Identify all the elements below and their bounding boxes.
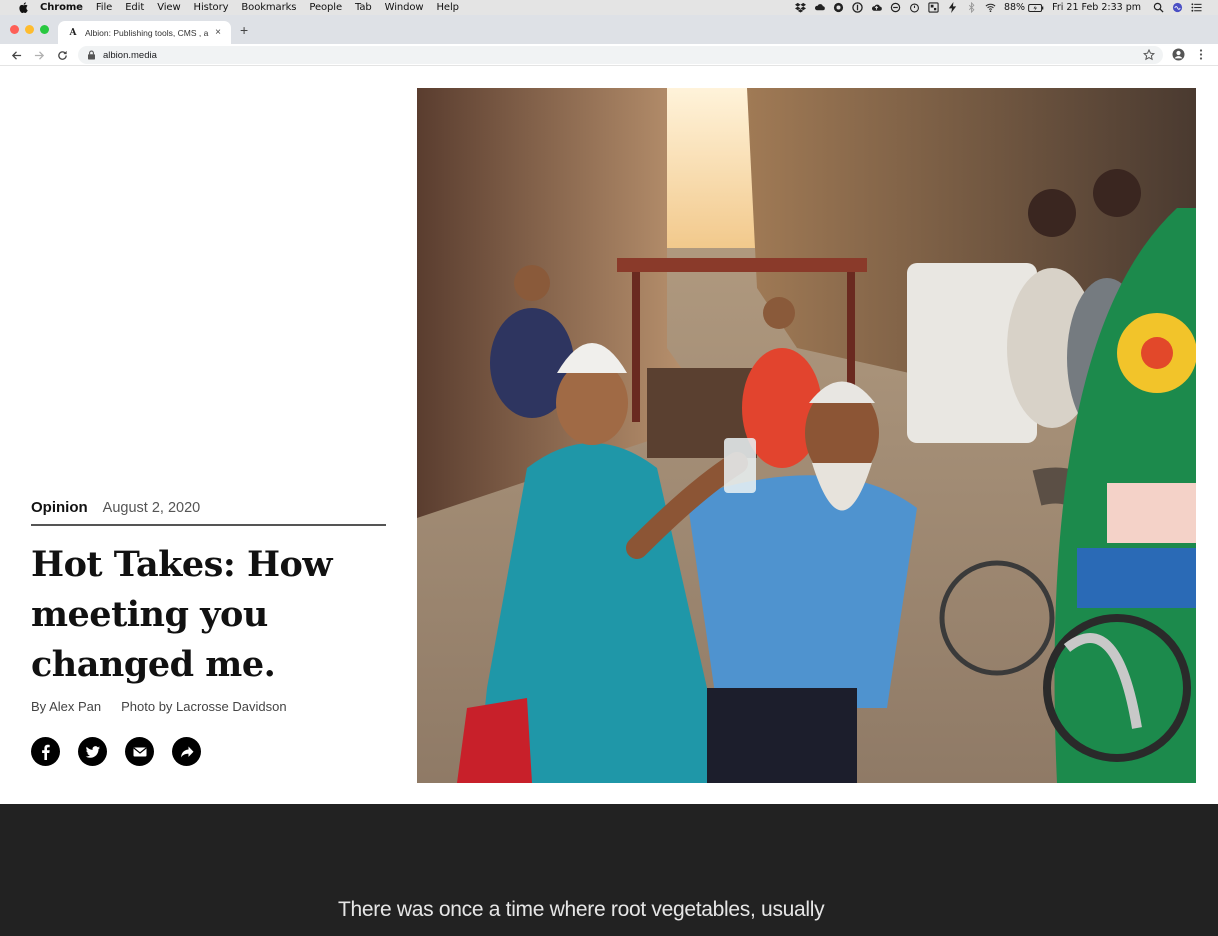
menu-people[interactable]: People xyxy=(309,2,342,13)
facebook-icon[interactable] xyxy=(31,737,60,766)
menu-help[interactable]: Help xyxy=(437,2,460,13)
window-minimize-button[interactable] xyxy=(25,25,34,34)
article-headline: Hot Takes: How meeting you changed me. xyxy=(31,544,333,685)
menu-window[interactable]: Window xyxy=(385,2,424,13)
siri-icon[interactable] xyxy=(1172,2,1183,13)
meta-divider xyxy=(31,524,386,526)
dropbox-icon[interactable] xyxy=(794,2,806,13)
battery-percentage: 88% xyxy=(1003,2,1026,13)
tab-close-icon[interactable]: × xyxy=(213,27,223,38)
albion-favicon-icon: A xyxy=(69,27,77,38)
url-text: albion.media xyxy=(103,49,157,61)
menu-history[interactable]: History xyxy=(194,2,229,13)
browser-menu-icon[interactable] xyxy=(1198,48,1204,61)
bluetooth-icon[interactable] xyxy=(966,2,977,13)
lock-icon[interactable] xyxy=(87,50,96,60)
hero-photo-illustration xyxy=(417,88,1196,783)
photo-credit: Photo by Lacrosse Davidson xyxy=(121,699,287,714)
menu-bookmarks[interactable]: Bookmarks xyxy=(241,2,296,13)
share-buttons xyxy=(31,737,219,766)
browser-toolbar: albion.media xyxy=(0,44,1218,66)
email-icon[interactable] xyxy=(125,737,154,766)
profile-avatar-icon[interactable] xyxy=(1172,48,1185,61)
browser-tab-strip: A Albion: Publishing tools, CMS , a × + xyxy=(0,15,1218,44)
notification-center-icon[interactable] xyxy=(1191,2,1202,13)
article-body: There was once a time where root vegetab… xyxy=(0,804,1218,936)
reload-icon[interactable] xyxy=(56,49,68,61)
article-byline: By Alex Pan xyxy=(31,699,102,714)
wifi-icon[interactable] xyxy=(985,2,996,13)
menu-file[interactable]: File xyxy=(96,2,112,13)
menu-view[interactable]: View xyxy=(157,2,180,13)
menu-tab[interactable]: Tab xyxy=(355,2,372,13)
bolt-icon[interactable] xyxy=(947,2,958,13)
address-bar[interactable]: albion.media xyxy=(78,46,1163,64)
back-arrow-icon[interactable] xyxy=(10,49,22,61)
bookmark-star-icon[interactable] xyxy=(1142,48,1156,61)
cloud-upload-icon[interactable] xyxy=(871,2,882,13)
twitter-icon[interactable] xyxy=(78,737,107,766)
menu-bar-clock[interactable]: Fri 21 Feb 2:33 pm xyxy=(1052,2,1141,13)
menu-bar-status-area: 88% Fri 21 Feb 2:33 pm xyxy=(787,0,1202,15)
share-icon[interactable] xyxy=(172,737,201,766)
creative-cloud-icon[interactable] xyxy=(833,2,844,13)
forward-arrow-icon[interactable] xyxy=(33,49,45,61)
cloud-icon[interactable] xyxy=(814,2,825,13)
article-header: Opinion August 2, 2020 Hot Takes: How me… xyxy=(0,66,1218,804)
article-date: August 2, 2020 xyxy=(102,500,201,516)
sync-icon[interactable] xyxy=(890,2,901,13)
article-category[interactable]: Opinion xyxy=(31,499,88,516)
menu-edit[interactable]: Edit xyxy=(125,2,144,13)
hero-photo xyxy=(417,88,1196,783)
macos-menu-bar: Chrome File Edit View History Bookmarks … xyxy=(0,0,1218,15)
new-tab-button[interactable]: + xyxy=(240,23,248,37)
window-close-button[interactable] xyxy=(10,25,19,34)
browser-tab-active[interactable]: A Albion: Publishing tools, CMS , a × xyxy=(58,21,231,44)
timer-icon[interactable] xyxy=(909,2,920,13)
menu-chrome[interactable]: Chrome xyxy=(40,2,83,13)
window-zoom-button[interactable] xyxy=(40,25,49,34)
screen-icon[interactable] xyxy=(928,2,939,13)
apple-menu-icon[interactable] xyxy=(16,2,30,13)
spotlight-search-icon[interactable] xyxy=(1153,2,1164,13)
battery-icon[interactable] xyxy=(1028,2,1044,13)
tab-title: Albion: Publishing tools, CMS , a xyxy=(85,27,209,38)
article-credits: By Alex Pan Photo by Lacrosse Davidson xyxy=(31,699,287,714)
article-meta: Opinion August 2, 2020 xyxy=(31,499,200,516)
article-lede: There was once a time where root vegetab… xyxy=(338,898,825,921)
onepassword-icon[interactable] xyxy=(852,2,863,13)
